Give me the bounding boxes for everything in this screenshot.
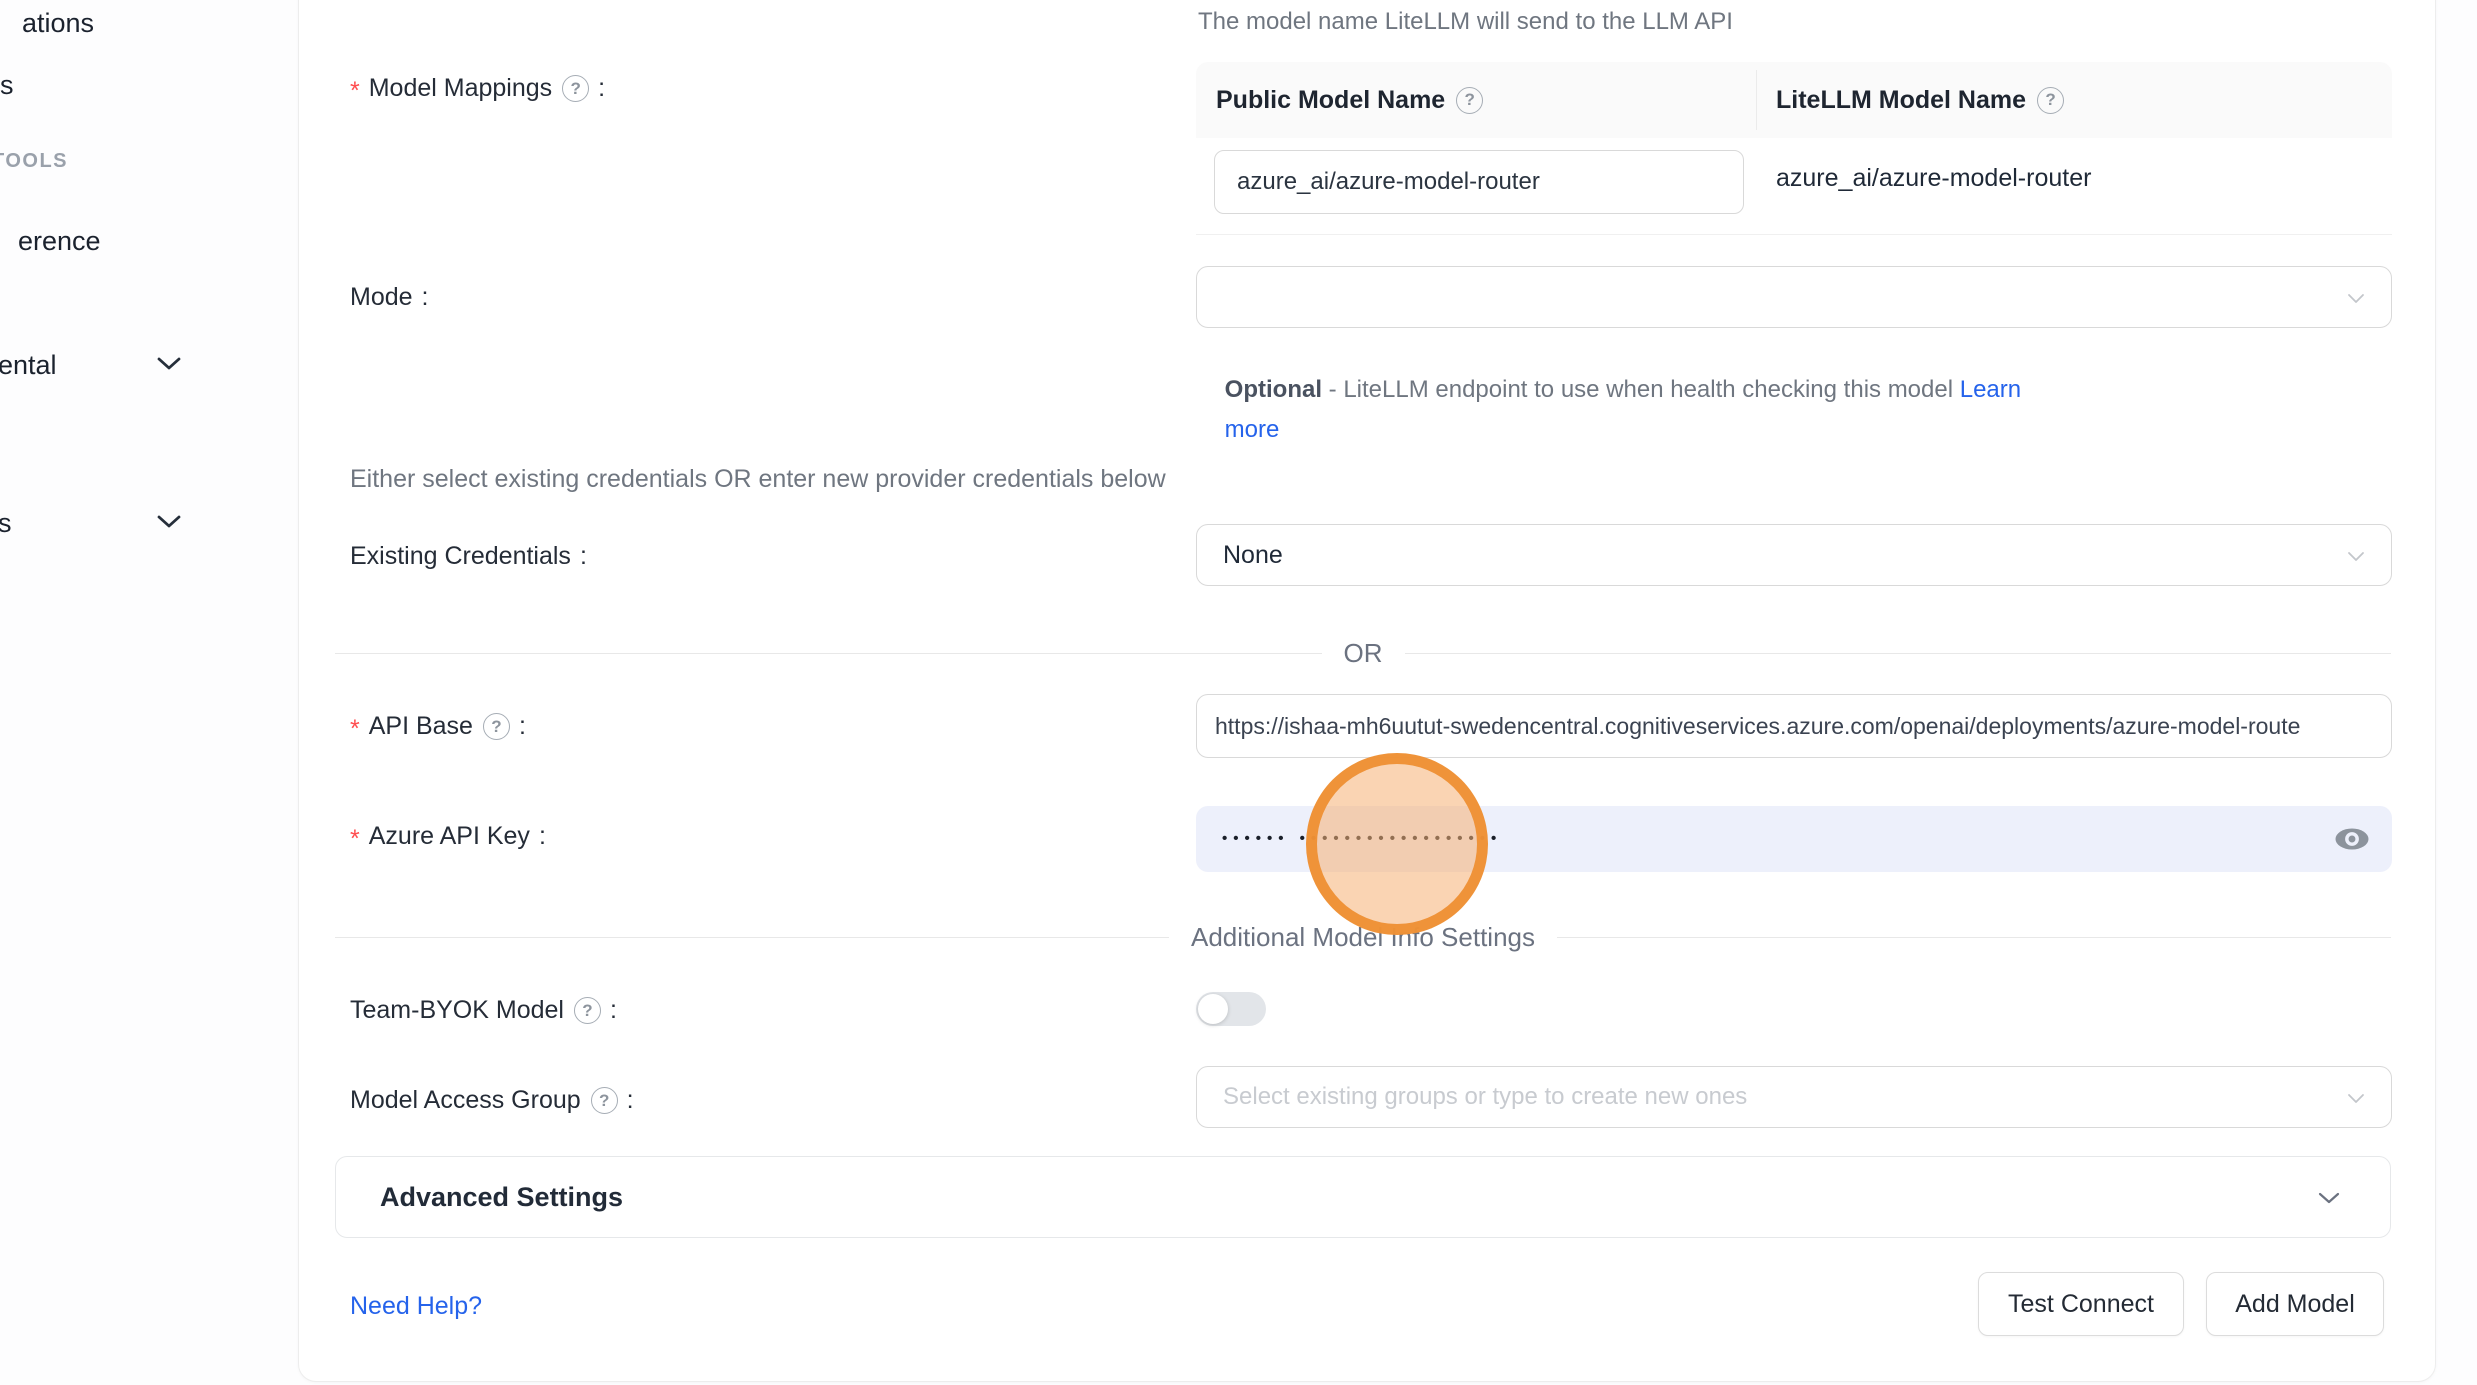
divider-line: [1405, 653, 2392, 654]
sidebar-section-tools: TOOLS: [0, 150, 68, 173]
table-row: azure_ai/azure-model-router azure_ai/azu…: [1196, 138, 2392, 235]
chevron-down-icon: [2347, 293, 2365, 304]
api-base-input[interactable]: https://ishaa-mh6uutut-swedencentral.cog…: [1196, 694, 2392, 758]
azure-api-key-label: * Azure API Key :: [350, 822, 546, 851]
sidebar-item-1[interactable]: s: [0, 70, 14, 101]
model-access-group-label: Model Access Group ? :: [350, 1086, 634, 1115]
column-header-litellm-model-name: LiteLLM Model Name ?: [1756, 86, 2064, 115]
mode-help-text-line2: more: [1198, 388, 1279, 472]
credentials-note: Either select existing credentials OR en…: [350, 465, 1166, 494]
model-access-group-placeholder: Select existing groups or type to create…: [1223, 1067, 1747, 1127]
team-byok-toggle[interactable]: [1196, 992, 1266, 1026]
help-icon[interactable]: ?: [1456, 87, 1483, 114]
team-byok-label: Team-BYOK Model ? :: [350, 996, 617, 1025]
column-separator: [1756, 70, 1757, 130]
model-name-note: The model name LiteLLM will send to the …: [1198, 8, 1733, 36]
toggle-knob: [1198, 994, 1228, 1024]
chevron-down-icon: [2347, 1093, 2365, 1104]
existing-credentials-value: None: [1223, 525, 1283, 585]
model-access-group-select[interactable]: Select existing groups or type to create…: [1196, 1066, 2392, 1128]
add-model-page: ations s TOOLS erence ental s The model …: [0, 0, 2477, 1385]
advanced-settings-title: Advanced Settings: [380, 1157, 623, 1237]
help-icon[interactable]: ?: [483, 713, 510, 740]
sidebar-item-inference[interactable]: erence: [18, 226, 101, 257]
chevron-down-icon: [2347, 551, 2365, 562]
required-marker: *: [350, 825, 360, 854]
column-header-public-model-name: Public Model Name ?: [1196, 86, 1756, 115]
public-model-name-input[interactable]: azure_ai/azure-model-router: [1214, 150, 1744, 214]
mode-select[interactable]: [1196, 266, 2392, 328]
divider-line: [1557, 937, 2391, 938]
existing-credentials-label: Existing Credentials:: [350, 542, 587, 571]
need-help-link[interactable]: Need Help?: [350, 1292, 482, 1321]
sidebar-item-experimental[interactable]: ental: [0, 350, 57, 381]
divider-line: [335, 653, 1322, 654]
learn-more-link[interactable]: Learn: [1960, 376, 2021, 403]
mode-help-text: Optional - LiteLLM endpoint to use when …: [1198, 348, 2021, 432]
learn-more-link[interactable]: more: [1225, 416, 1280, 443]
chevron-down-icon: [2318, 1192, 2340, 1204]
chevron-down-icon: [156, 356, 182, 372]
add-model-button[interactable]: Add Model: [2206, 1272, 2384, 1336]
advanced-settings-panel[interactable]: Advanced Settings: [335, 1156, 2391, 1238]
help-icon[interactable]: ?: [591, 1087, 618, 1114]
table-header-row: Public Model Name ? LiteLLM Model Name ?: [1196, 62, 2392, 138]
click-highlight: [1306, 753, 1488, 935]
test-connect-button[interactable]: Test Connect: [1978, 1272, 2184, 1336]
sidebar-item-settings[interactable]: s: [0, 508, 12, 539]
help-icon[interactable]: ?: [574, 997, 601, 1024]
help-icon[interactable]: ?: [562, 75, 589, 102]
eye-icon[interactable]: [2334, 826, 2370, 852]
divider-line: [335, 937, 1169, 938]
model-mappings-label: * Model Mappings ? :: [350, 74, 605, 103]
chevron-down-icon: [156, 514, 182, 530]
required-marker: *: [350, 715, 360, 744]
help-icon[interactable]: ?: [2037, 87, 2064, 114]
sidebar-item-organizations[interactable]: ations: [22, 8, 94, 39]
existing-credentials-select[interactable]: None: [1196, 524, 2392, 586]
or-divider-text: OR: [1344, 638, 1383, 669]
or-divider: OR: [335, 638, 2391, 669]
litellm-model-name-value: azure_ai/azure-model-router: [1776, 164, 2091, 193]
mode-label: Mode:: [350, 283, 429, 312]
required-marker: *: [350, 77, 360, 106]
model-mappings-table: Public Model Name ? LiteLLM Model Name ?…: [1196, 62, 2392, 235]
api-base-label: * API Base ? :: [350, 712, 526, 741]
